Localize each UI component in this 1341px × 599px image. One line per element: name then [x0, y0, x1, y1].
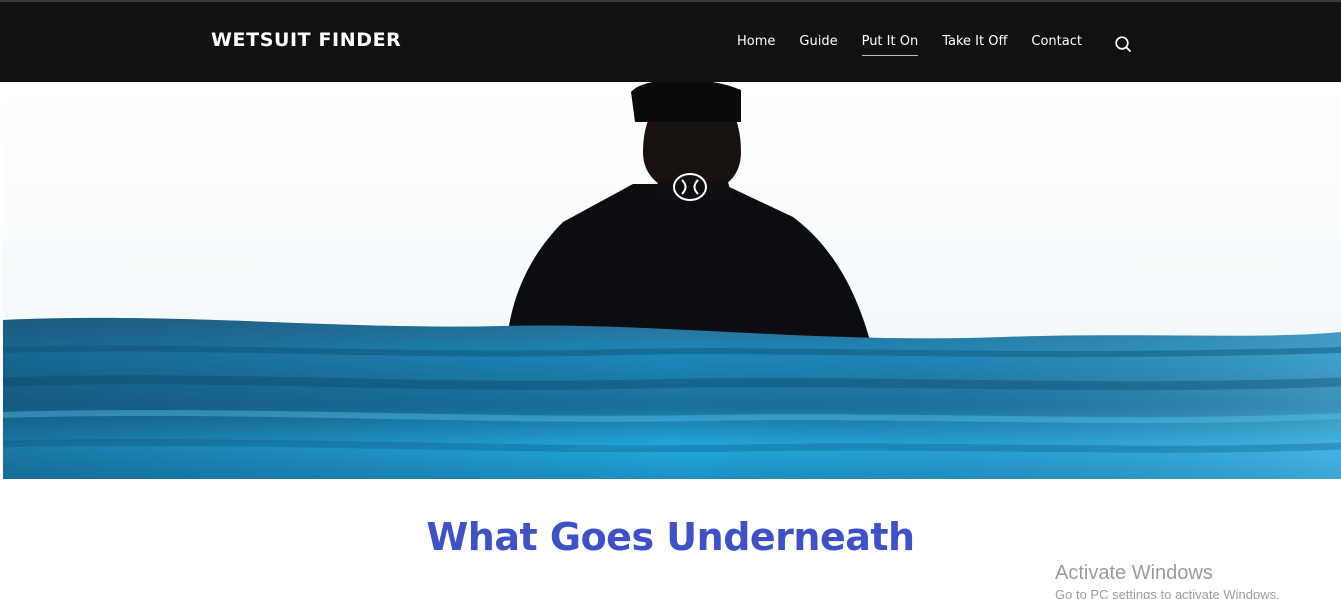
search-icon — [1115, 36, 1131, 52]
page-title: What Goes Underneath — [426, 515, 915, 559]
site-logo[interactable]: WETSUIT FINDER — [211, 29, 401, 51]
search-button[interactable] — [1113, 34, 1133, 54]
nav-take-it-off[interactable]: Take It Off — [942, 33, 1007, 55]
hero-image — [3, 82, 1341, 479]
site-header: WETSUIT FINDER Home Guide Put It On Take… — [0, 2, 1341, 82]
nav-contact[interactable]: Contact — [1031, 33, 1082, 55]
page: WETSUIT FINDER Home Guide Put It On Take… — [0, 0, 1341, 599]
windows-watermark-title: Activate Windows — [1055, 562, 1213, 584]
hero-illustration — [3, 82, 1341, 479]
nav-home[interactable]: Home — [737, 33, 775, 55]
nav-guide[interactable]: Guide — [799, 33, 837, 55]
main-nav: Home Guide Put It On Take It Off Contact — [737, 33, 1106, 57]
nav-put-it-on[interactable]: Put It On — [861, 33, 919, 56]
windows-watermark-subtitle: Go to PC settings to activate Windows. — [1055, 587, 1280, 599]
